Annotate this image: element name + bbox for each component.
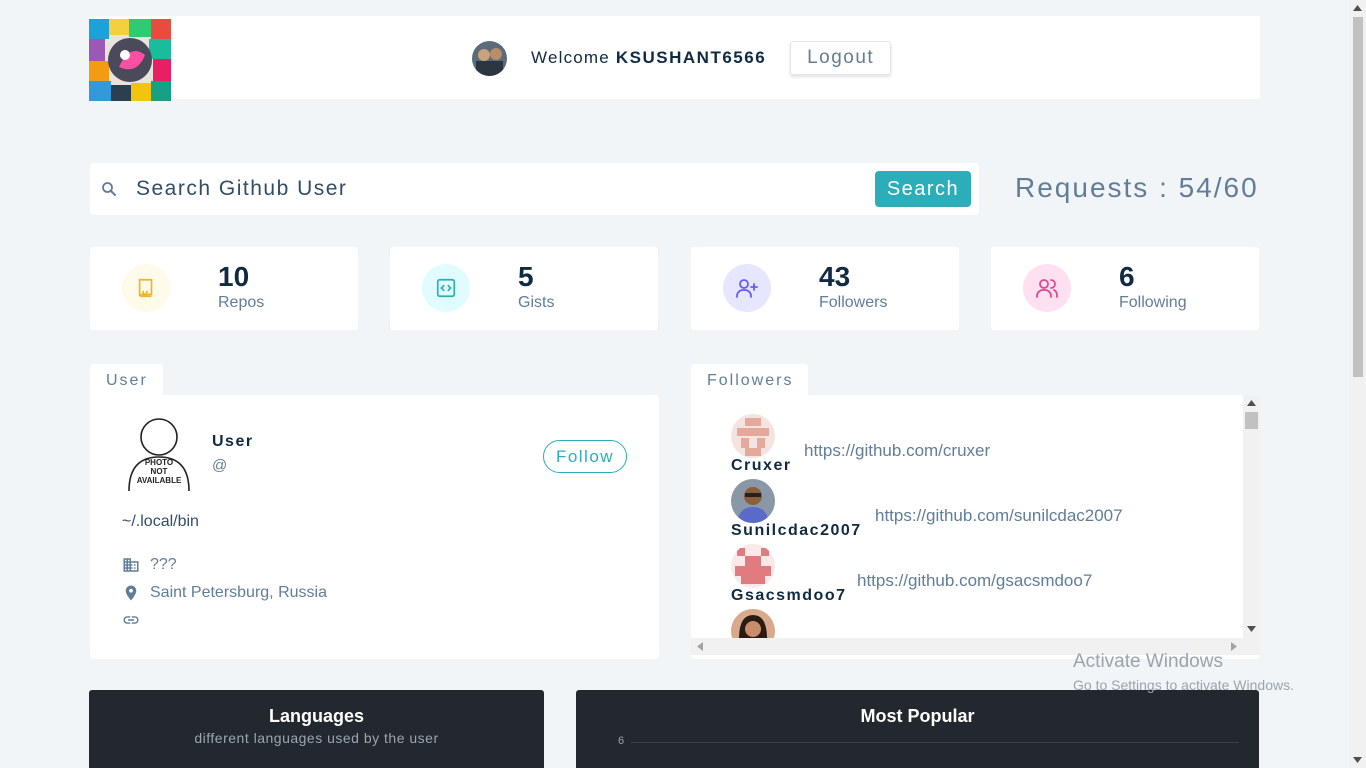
photo-line-3: AVAILABLE (137, 476, 182, 485)
user-card: PHOTO NOT AVAILABLE User @ Follow ~/.loc… (90, 395, 659, 659)
requests-counter: Requests : 54/60 (1015, 172, 1259, 203)
user-name: User (212, 433, 254, 450)
activate-windows-watermark: Activate Windows Go to Settings to activ… (1073, 651, 1294, 693)
scroll-up-arrow-icon[interactable] (1247, 400, 1256, 406)
location-pin-icon (125, 585, 137, 601)
languages-chart: Languages different languages used by th… (89, 690, 544, 768)
follower-link[interactable]: https://github.com/cruxer (804, 441, 990, 461)
scroll-right-arrow-icon[interactable] (1231, 642, 1237, 651)
company-row: ??? (122, 556, 177, 574)
follower-link[interactable]: https://github.com/gsacsmdoo7 (857, 571, 1092, 591)
link-icon (123, 616, 139, 624)
scroll-left-arrow-icon[interactable] (697, 642, 703, 651)
page-scroll-up-icon[interactable] (1353, 5, 1362, 11)
followers-list: Cruxer https://github.com/cruxer Sunilcd… (691, 395, 1243, 638)
followers-card: Cruxer https://github.com/cruxer Sunilcd… (691, 395, 1260, 659)
followers-vertical-scrollbar[interactable] (1243, 395, 1260, 638)
user-bio: ~/.local/bin (122, 513, 199, 530)
stat-card-gists: 5 Gists (390, 247, 658, 330)
search-input[interactable] (136, 173, 836, 205)
user-handle: @ (212, 457, 228, 474)
app-logo (89, 19, 171, 101)
follower-name: Cruxer (731, 457, 792, 474)
search-icon (102, 182, 116, 196)
stat-card-followers: 43 Followers (691, 247, 959, 330)
list-item (731, 609, 1231, 638)
followers-label: Followers (819, 294, 888, 311)
navbar: Welcome KSUSHANT6566 Logout (89, 16, 1260, 101)
follow-button[interactable]: Follow (543, 440, 627, 473)
page-scroll-down-icon[interactable] (1353, 757, 1362, 763)
welcome-username: KSUSHANT6566 (615, 48, 767, 67)
followers-tab: Followers (691, 364, 808, 398)
page-scrollbar[interactable] (1349, 0, 1366, 768)
users-icon (1036, 279, 1058, 298)
stat-card-following: 6 Following (991, 247, 1259, 330)
photo-line-2: NOT (151, 467, 168, 476)
follower-name: Gsacsmdoo7 (731, 587, 847, 604)
languages-chart-subtitle: different languages used by the user (194, 730, 439, 746)
list-item: Sunilcdac2007 https://github.com/sunilcd… (731, 479, 1231, 539)
chart-gridline (631, 742, 1239, 743)
follower-avatar (731, 414, 775, 458)
user-plus-icon (736, 279, 758, 298)
code-icon (436, 278, 456, 298)
follower-avatar (731, 609, 775, 638)
follower-link[interactable]: https://github.com/sunilcdac2007 (875, 506, 1123, 526)
watermark-line-1: Activate Windows (1073, 651, 1223, 672)
blog-row[interactable] (122, 611, 150, 629)
logout-button[interactable]: Logout (790, 41, 892, 75)
book-icon (138, 278, 153, 298)
watermark-line-2: Go to Settings to activate Windows. (1073, 677, 1294, 693)
y-axis-tick: 6 (618, 735, 625, 747)
followers-count: 43 (819, 261, 851, 292)
following-label: Following (1119, 294, 1187, 311)
most-popular-chart-title: Most Popular (860, 706, 975, 726)
user-photo-placeholder: PHOTO NOT AVAILABLE (128, 418, 190, 492)
gists-label: Gists (518, 294, 555, 311)
search-form: Search (90, 163, 979, 215)
building-icon (123, 558, 139, 572)
gists-count: 5 (518, 261, 534, 292)
page-scroll-thumb[interactable] (1353, 17, 1363, 377)
follower-name: Sunilcdac2007 (731, 522, 862, 539)
follower-avatar (731, 544, 775, 588)
user-location: Saint Petersburg, Russia (150, 584, 327, 601)
photo-line-1: PHOTO (145, 458, 173, 467)
stat-card-repos: 10 Repos (90, 247, 358, 330)
user-company: ??? (150, 556, 177, 573)
languages-chart-title: Languages (268, 706, 365, 726)
search-button[interactable]: Search (875, 171, 971, 207)
repos-label: Repos (218, 294, 265, 311)
followers-scroll-thumb[interactable] (1245, 412, 1258, 429)
user-tab: User (90, 364, 163, 398)
user-avatar (472, 40, 507, 76)
list-item: Gsacsmdoo7 https://github.com/gsacsmdoo7 (731, 544, 1231, 604)
location-row: Saint Petersburg, Russia (122, 584, 327, 602)
scroll-down-arrow-icon[interactable] (1247, 626, 1256, 632)
most-popular-chart: Most Popular 6 (576, 690, 1259, 768)
following-count: 6 (1119, 261, 1135, 292)
welcome-prefix: Welcome (531, 48, 610, 67)
follower-avatar (731, 479, 775, 523)
repos-count: 10 (218, 261, 250, 292)
list-item: Cruxer https://github.com/cruxer (731, 414, 1231, 474)
welcome-text: Welcome KSUSHANT6566 (531, 48, 766, 68)
